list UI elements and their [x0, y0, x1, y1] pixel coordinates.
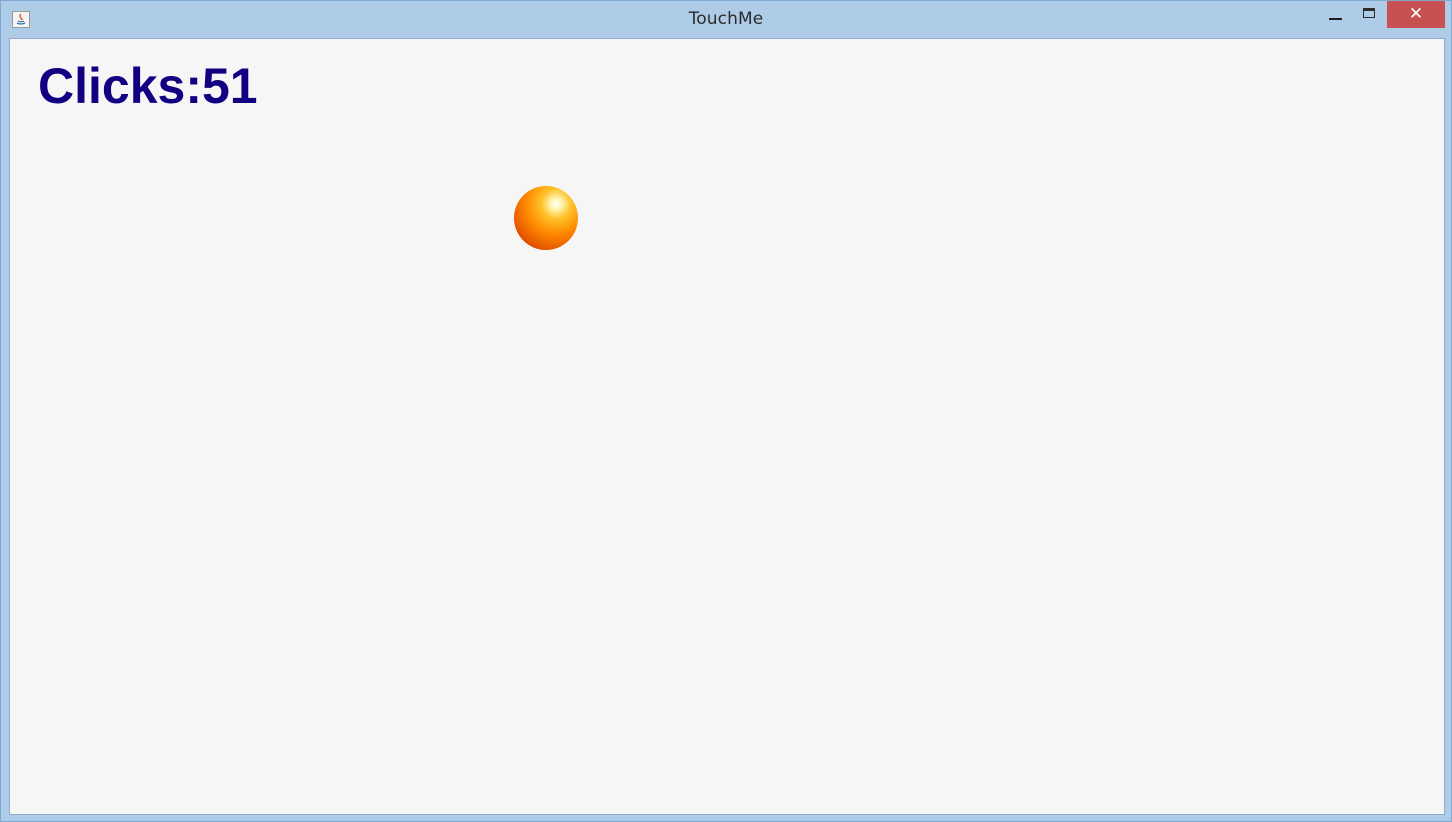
title-bar[interactable]: TouchMe ✕	[1, 1, 1451, 38]
click-counter: Clicks:51	[38, 58, 258, 114]
maximize-icon	[1363, 8, 1375, 18]
app-window: TouchMe ✕ Clicks:51	[0, 0, 1452, 822]
window-title: TouchMe	[688, 9, 764, 29]
maximize-button[interactable]	[1355, 1, 1385, 28]
close-icon: ✕	[1408, 4, 1424, 24]
game-canvas[interactable]: Clicks:51	[9, 38, 1445, 815]
minimize-icon	[1329, 18, 1342, 20]
orange-ball-target[interactable]	[514, 186, 578, 250]
close-button[interactable]: ✕	[1387, 1, 1445, 28]
minimize-button[interactable]	[1321, 1, 1351, 28]
